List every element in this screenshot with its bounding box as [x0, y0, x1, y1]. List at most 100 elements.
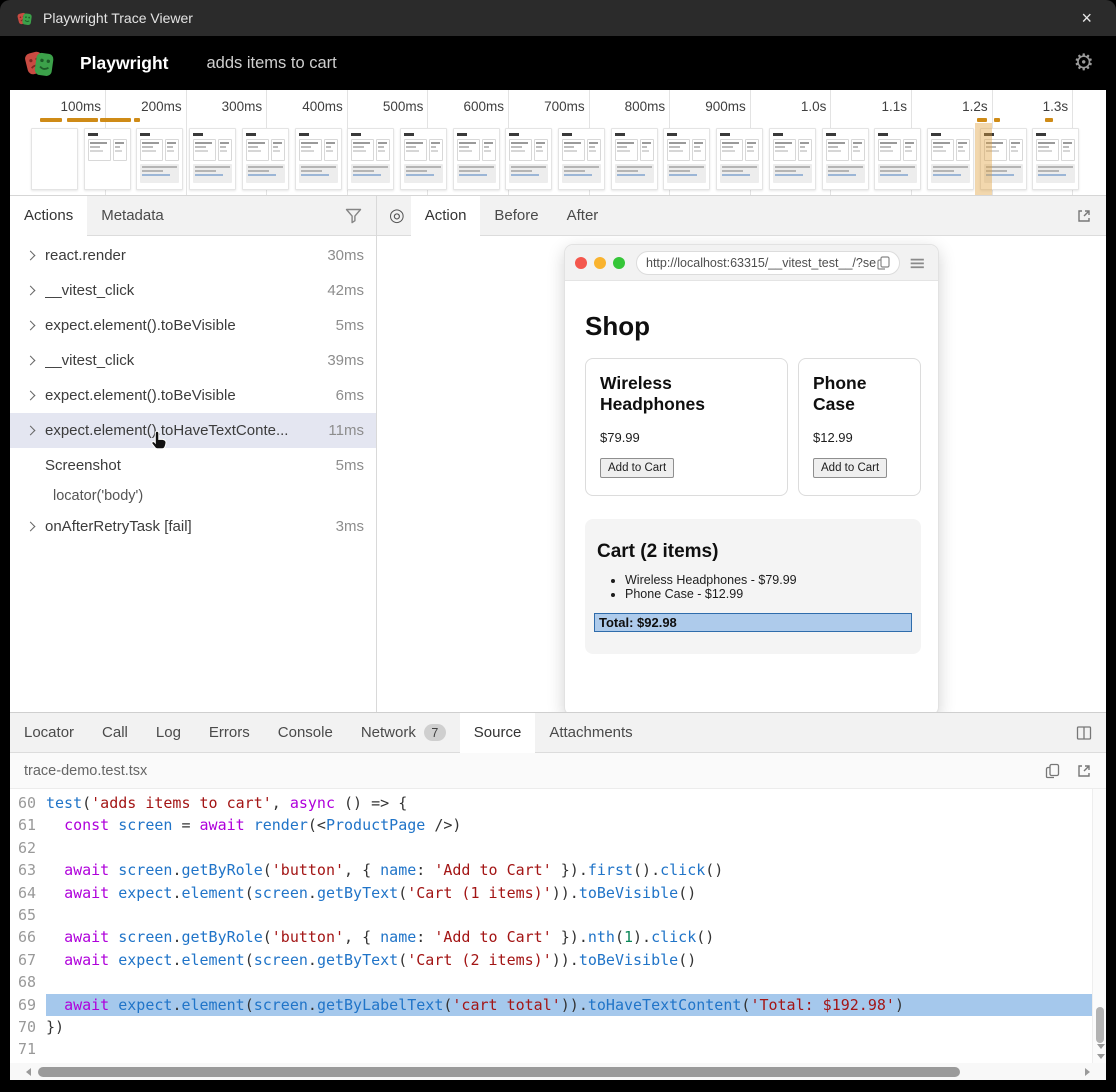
- timeline-film-thumbnail[interactable]: [347, 128, 394, 190]
- browser-menu-icon[interactable]: ≡: [906, 251, 928, 275]
- timeline-film-thumbnail[interactable]: [31, 128, 78, 190]
- code-line[interactable]: 61 const screen = await render(<ProductP…: [10, 814, 1092, 836]
- code-line[interactable]: 70}): [10, 1016, 1092, 1038]
- product-price: $79.99: [600, 430, 773, 445]
- code-line[interactable]: 69 await expect.element(screen.getByLabe…: [10, 994, 1092, 1016]
- timeline-film-thumbnail[interactable]: [769, 128, 816, 190]
- tab-log[interactable]: Log: [142, 713, 195, 752]
- thumb-product-card: [404, 139, 427, 161]
- timeline-film-thumbnail[interactable]: [716, 128, 763, 190]
- code-line[interactable]: 68: [10, 971, 1092, 993]
- code-line[interactable]: 65: [10, 904, 1092, 926]
- timeline-film-thumbnail[interactable]: [189, 128, 236, 190]
- scroll-up-arrow-icon[interactable]: [1097, 1044, 1105, 1049]
- filter-icon[interactable]: [331, 196, 376, 235]
- playwright-masks-icon: [16, 10, 33, 27]
- tab-actions[interactable]: Actions: [10, 196, 87, 236]
- timeline-film-thumbnail[interactable]: [1032, 128, 1079, 190]
- code-line[interactable]: 64 await expect.element(screen.getByText…: [10, 882, 1092, 904]
- line-number: 68: [10, 971, 46, 993]
- tab-metadata[interactable]: Metadata: [87, 196, 178, 235]
- add-to-cart-button[interactable]: Add to Cart: [600, 458, 674, 478]
- tab-errors[interactable]: Errors: [195, 713, 264, 752]
- code-line[interactable]: 63 await screen.getByRole('button', { na…: [10, 859, 1092, 881]
- thumb-line: [536, 142, 545, 144]
- timeline-film-thumbnail[interactable]: [400, 128, 447, 190]
- timeline-film-thumbnail[interactable]: [295, 128, 342, 190]
- timeline-film-thumbnail[interactable]: [874, 128, 921, 190]
- thumb-line: [142, 170, 163, 172]
- thumb-products-row: [351, 139, 390, 161]
- action-label: __vitest_click: [45, 352, 319, 369]
- action-row[interactable]: expect.element().toHaveTextConte...11ms: [10, 413, 376, 448]
- tab-before[interactable]: Before: [480, 196, 552, 235]
- thumb-line: [694, 146, 700, 148]
- settings-gear-icon[interactable]: ⚙: [1073, 50, 1094, 76]
- tab-console[interactable]: Console: [264, 713, 347, 752]
- action-row[interactable]: react.render30ms: [10, 238, 376, 273]
- action-row[interactable]: __vitest_click42ms: [10, 273, 376, 308]
- action-row[interactable]: expect.element().toBeVisible5ms: [10, 308, 376, 343]
- thumb-cart-block: [404, 164, 443, 183]
- timeline-film-thumbnail[interactable]: [242, 128, 289, 190]
- tab-call[interactable]: Call: [88, 713, 142, 752]
- chevron-right-icon[interactable]: [27, 357, 45, 364]
- timeline[interactable]: 100ms200ms300ms400ms500ms600ms700ms800ms…: [10, 90, 1106, 196]
- timeline-film-thumbnail[interactable]: [84, 128, 131, 190]
- timeline-film-thumbnail[interactable]: [927, 128, 974, 190]
- add-to-cart-button[interactable]: Add to Cart: [813, 458, 887, 478]
- tab-source[interactable]: Source: [460, 713, 536, 753]
- close-icon[interactable]: ×: [1073, 7, 1100, 29]
- code-line[interactable]: 62: [10, 837, 1092, 859]
- code-line[interactable]: 67 await expect.element(screen.getByText…: [10, 949, 1092, 971]
- open-external-icon[interactable]: [1062, 196, 1106, 235]
- timeline-film-thumbnail[interactable]: [611, 128, 658, 190]
- thumb-line: [378, 146, 384, 148]
- thumb-line: [459, 142, 476, 144]
- chevron-right-icon[interactable]: [27, 322, 45, 329]
- scroll-left-arrow-icon[interactable]: [26, 1068, 31, 1076]
- timeline-film-thumbnail[interactable]: [663, 128, 710, 190]
- action-row[interactable]: Screenshot5ms: [10, 448, 376, 483]
- chevron-right-icon[interactable]: [27, 523, 45, 530]
- action-row[interactable]: onAfterRetryTask [fail]3ms: [10, 509, 376, 544]
- copy-source-icon[interactable]: [1045, 763, 1060, 779]
- timeline-film-thumbnail[interactable]: [822, 128, 869, 190]
- thumb-line: [747, 142, 756, 144]
- thumb-cart-block: [351, 164, 390, 183]
- horizontal-scrollbar-thumb[interactable]: [38, 1067, 960, 1077]
- tab-action[interactable]: Action: [411, 196, 481, 236]
- tab-locator[interactable]: Locator: [10, 713, 88, 752]
- tab-attachments[interactable]: Attachments: [535, 713, 646, 752]
- thumb-products-row: [1036, 139, 1075, 161]
- timeline-film-thumbnail[interactable]: [558, 128, 605, 190]
- chevron-right-icon[interactable]: [27, 287, 45, 294]
- target-icon[interactable]: ◎: [377, 196, 411, 235]
- thumb-title-line: [404, 133, 414, 136]
- chevron-right-icon[interactable]: [27, 427, 45, 434]
- timeline-film-thumbnail[interactable]: [453, 128, 500, 190]
- code-line[interactable]: 71: [10, 1038, 1092, 1060]
- split-columns-icon[interactable]: [1062, 713, 1106, 752]
- thumb-product-card: [271, 139, 285, 161]
- open-source-external-icon[interactable]: [1076, 763, 1092, 779]
- vertical-scrollbar[interactable]: [1092, 789, 1106, 1063]
- timeline-film-thumbnail[interactable]: [505, 128, 552, 190]
- action-row[interactable]: expect.element().toBeVisible6ms: [10, 378, 376, 413]
- source-code-view[interactable]: 60test('adds items to cart', async () =>…: [10, 789, 1106, 1063]
- horizontal-scrollbar[interactable]: [10, 1063, 1106, 1080]
- scroll-right-arrow-icon[interactable]: [1085, 1068, 1090, 1076]
- vertical-scrollbar-thumb[interactable]: [1096, 1007, 1104, 1043]
- code-line[interactable]: 60test('adds items to cart', async () =>…: [10, 792, 1092, 814]
- chevron-right-icon[interactable]: [27, 392, 45, 399]
- tab-after[interactable]: After: [553, 196, 613, 235]
- copy-url-icon[interactable]: [877, 256, 890, 270]
- address-bar[interactable]: http://localhost:63315/__vitest_test__/?…: [636, 251, 900, 275]
- timeline-film-thumbnail[interactable]: [136, 128, 183, 190]
- tab-network[interactable]: Network 7: [347, 713, 460, 752]
- code-line[interactable]: 66 await screen.getByRole('button', { na…: [10, 926, 1092, 948]
- thumb-line: [933, 146, 943, 148]
- scroll-down-arrow-icon[interactable]: [1097, 1054, 1105, 1059]
- action-row[interactable]: __vitest_click39ms: [10, 343, 376, 378]
- chevron-right-icon[interactable]: [27, 252, 45, 259]
